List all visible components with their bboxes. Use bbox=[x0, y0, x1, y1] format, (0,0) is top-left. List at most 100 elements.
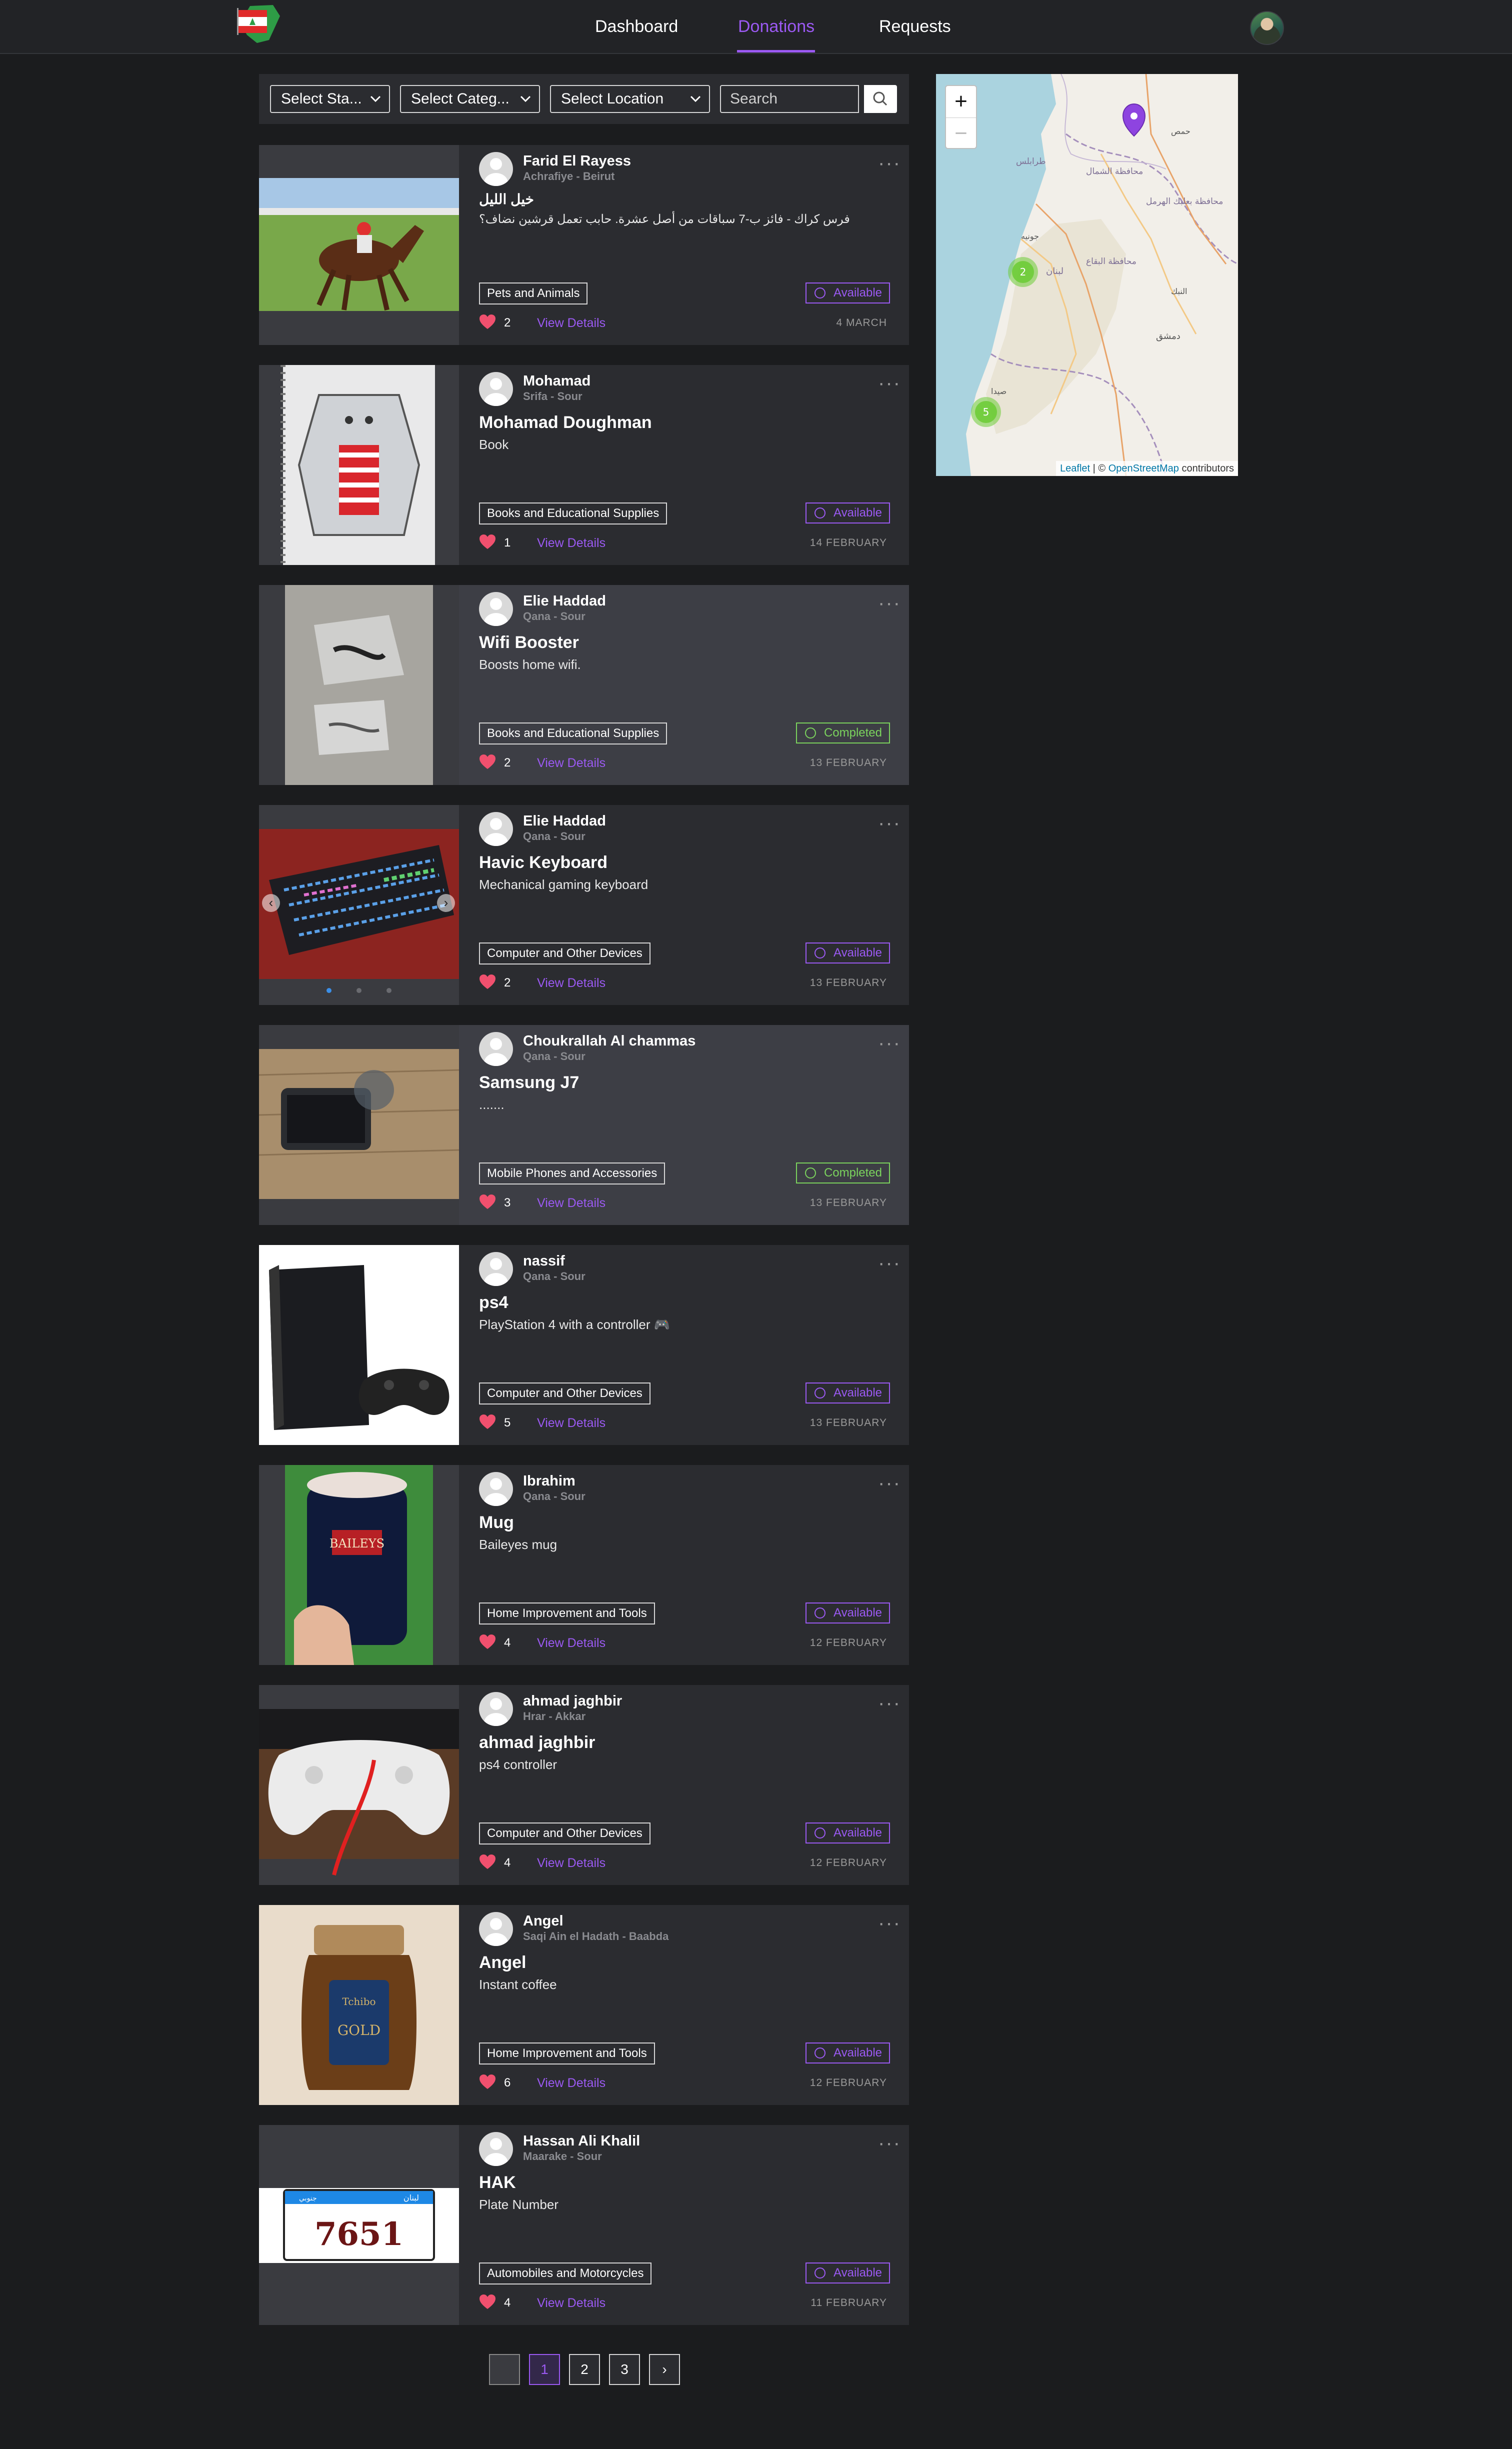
donation-image[interactable]: ‹ › bbox=[259, 805, 459, 1005]
donation-card[interactable]: Farid El Rayess Achrafiye - Beirut ··· خ… bbox=[259, 145, 909, 345]
donor-name[interactable]: Ibrahim bbox=[523, 1473, 576, 1490]
page-button[interactable]: 1 bbox=[529, 2354, 560, 2385]
nav-dashboard[interactable]: Dashboard bbox=[595, 17, 678, 36]
category-tag[interactable]: Home Improvement and Tools bbox=[479, 1602, 655, 1624]
heart-icon[interactable] bbox=[479, 1194, 496, 1210]
donation-image[interactable]: BAILEYS bbox=[259, 1465, 459, 1665]
user-avatar[interactable] bbox=[479, 812, 513, 846]
nav-requests[interactable]: Requests bbox=[879, 17, 951, 36]
donor-name[interactable]: Mohamad bbox=[523, 373, 590, 390]
carousel-dot[interactable] bbox=[356, 988, 362, 993]
map-cluster[interactable]: 5 bbox=[971, 397, 1001, 427]
donation-image[interactable] bbox=[259, 1025, 459, 1225]
carousel-prev-icon[interactable]: ‹ bbox=[262, 894, 280, 912]
donor-name[interactable]: Hassan Ali Khalil bbox=[523, 2133, 640, 2150]
view-details-link[interactable]: View Details bbox=[537, 2076, 606, 2090]
more-options-icon[interactable]: ··· bbox=[878, 1033, 901, 1053]
view-details-link[interactable]: View Details bbox=[537, 1416, 606, 1430]
category-tag[interactable]: Pets and Animals bbox=[479, 282, 588, 304]
heart-icon[interactable] bbox=[479, 2294, 496, 2310]
user-avatar[interactable] bbox=[479, 1032, 513, 1066]
category-tag[interactable]: Computer and Other Devices bbox=[479, 1822, 650, 1844]
user-avatar[interactable] bbox=[479, 1472, 513, 1506]
more-options-icon[interactable]: ··· bbox=[878, 2133, 901, 2153]
view-details-link[interactable]: View Details bbox=[537, 316, 606, 330]
category-tag[interactable]: Home Improvement and Tools bbox=[479, 2042, 655, 2064]
more-options-icon[interactable]: ··· bbox=[878, 373, 901, 393]
donor-name[interactable]: Elie Haddad bbox=[523, 593, 606, 610]
donation-image[interactable] bbox=[259, 145, 459, 345]
view-details-link[interactable]: View Details bbox=[537, 536, 606, 550]
heart-icon[interactable] bbox=[479, 314, 496, 330]
more-options-icon[interactable]: ··· bbox=[878, 593, 901, 613]
nav-donations[interactable]: Donations bbox=[738, 17, 814, 36]
heart-icon[interactable] bbox=[479, 1414, 496, 1430]
donation-image[interactable]: Tchibo GOLD bbox=[259, 1905, 459, 2105]
profile-avatar[interactable] bbox=[1250, 11, 1284, 45]
map-cluster[interactable]: 2 bbox=[1008, 257, 1038, 287]
previous-page-button[interactable] bbox=[489, 2354, 520, 2385]
leaflet-link[interactable]: Leaflet bbox=[1060, 463, 1090, 474]
more-options-icon[interactable]: ··· bbox=[878, 153, 901, 173]
heart-icon[interactable] bbox=[479, 534, 496, 550]
heart-icon[interactable] bbox=[479, 2074, 496, 2090]
donation-card[interactable]: ‹ › Elie Haddad Qana - Sour ··· Havic Ke… bbox=[259, 805, 909, 1005]
category-tag[interactable]: Books and Educational Supplies bbox=[479, 502, 668, 524]
donation-image[interactable]: لبنان جنوبي 7651 bbox=[259, 2125, 459, 2325]
next-page-button[interactable]: › bbox=[649, 2354, 680, 2385]
donation-card[interactable]: BAILEYS Ibrahim Qana - Sour ··· Mug Bail… bbox=[259, 1465, 909, 1665]
category-tag[interactable]: Books and Educational Supplies bbox=[479, 722, 668, 744]
donation-card[interactable]: ahmad jaghbir Hrar - Akkar ··· ahmad jag… bbox=[259, 1685, 909, 1885]
donation-card[interactable]: Choukrallah Al chammas Qana - Sour ··· S… bbox=[259, 1025, 909, 1225]
heart-icon[interactable] bbox=[479, 1634, 496, 1650]
donation-card[interactable]: Mohamad Srifa - Sour ··· Mohamad Doughma… bbox=[259, 365, 909, 565]
search-input[interactable] bbox=[720, 85, 859, 113]
donor-name[interactable]: Choukrallah Al chammas bbox=[523, 1033, 696, 1050]
category-select[interactable]: Select Categ... bbox=[400, 85, 540, 113]
zoom-out-button[interactable]: − bbox=[946, 118, 976, 149]
user-avatar[interactable] bbox=[479, 372, 513, 406]
page-button[interactable]: 2 bbox=[569, 2354, 600, 2385]
donation-card[interactable]: Elie Haddad Qana - Sour ··· Wifi Booster… bbox=[259, 585, 909, 785]
search-button[interactable] bbox=[864, 85, 897, 113]
view-details-link[interactable]: View Details bbox=[537, 976, 606, 990]
heart-icon[interactable] bbox=[479, 754, 496, 770]
donation-card[interactable]: nassif Qana - Sour ··· ps4 PlayStation 4… bbox=[259, 1245, 909, 1445]
donor-name[interactable]: Elie Haddad bbox=[523, 813, 606, 830]
heart-icon[interactable] bbox=[479, 974, 496, 990]
user-avatar[interactable] bbox=[479, 1252, 513, 1286]
view-details-link[interactable]: View Details bbox=[537, 1856, 606, 1870]
category-tag[interactable]: Automobiles and Motorcycles bbox=[479, 2262, 652, 2284]
more-options-icon[interactable]: ··· bbox=[878, 1253, 901, 1273]
more-options-icon[interactable]: ··· bbox=[878, 1913, 901, 1933]
page-button[interactable]: 3 bbox=[609, 2354, 640, 2385]
donor-name[interactable]: Farid El Rayess bbox=[523, 153, 631, 170]
user-avatar[interactable] bbox=[479, 1692, 513, 1726]
user-avatar[interactable] bbox=[479, 592, 513, 626]
donation-image[interactable] bbox=[259, 365, 459, 565]
view-details-link[interactable]: View Details bbox=[537, 2296, 606, 2310]
view-details-link[interactable]: View Details bbox=[537, 1196, 606, 1210]
carousel-dot[interactable] bbox=[386, 988, 392, 993]
view-details-link[interactable]: View Details bbox=[537, 756, 606, 770]
donor-name[interactable]: nassif bbox=[523, 1253, 565, 1270]
donation-card[interactable]: لبنان جنوبي 7651 Hassan Ali Khalil Maara… bbox=[259, 2125, 909, 2325]
more-options-icon[interactable]: ··· bbox=[878, 813, 901, 833]
user-avatar[interactable] bbox=[479, 1912, 513, 1946]
more-options-icon[interactable]: ··· bbox=[878, 1473, 901, 1493]
donations-map[interactable]: طرابلس محافظة الشمال محافظة بعلبك الهرمل… bbox=[936, 74, 1238, 476]
more-options-icon[interactable]: ··· bbox=[878, 1693, 901, 1713]
zoom-in-button[interactable]: + bbox=[946, 86, 976, 117]
donation-image[interactable] bbox=[259, 585, 459, 785]
donor-name[interactable]: ahmad jaghbir bbox=[523, 1693, 622, 1710]
location-select[interactable]: Select Location bbox=[550, 85, 710, 113]
category-tag[interactable]: Computer and Other Devices bbox=[479, 1382, 650, 1404]
carousel-next-icon[interactable]: › bbox=[437, 894, 455, 912]
view-details-link[interactable]: View Details bbox=[537, 1636, 606, 1650]
user-avatar[interactable] bbox=[479, 2132, 513, 2166]
category-tag[interactable]: Computer and Other Devices bbox=[479, 942, 650, 964]
donation-image[interactable] bbox=[259, 1685, 459, 1885]
carousel-dot[interactable] bbox=[326, 988, 332, 993]
donation-card[interactable]: Tchibo GOLD Angel Saqi Ain el Hadath - B… bbox=[259, 1905, 909, 2105]
donation-image[interactable] bbox=[259, 1245, 459, 1445]
